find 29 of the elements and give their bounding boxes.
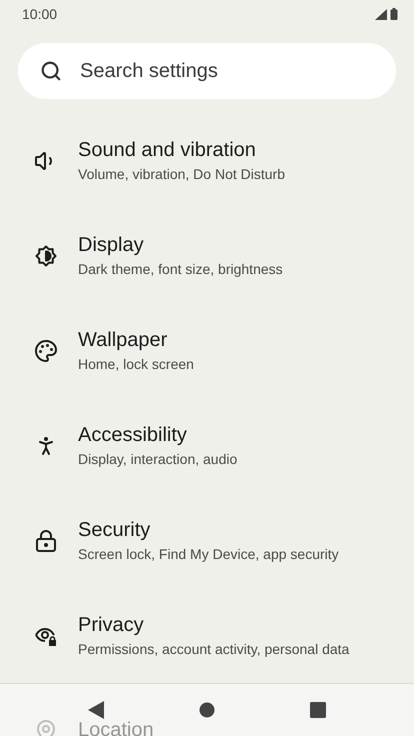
lock-icon: [34, 528, 58, 552]
item-title: Sound and vibration: [78, 139, 257, 162]
signal-icon: [375, 9, 387, 20]
item-title: Accessibility: [78, 424, 188, 447]
brightness-icon: [34, 244, 58, 268]
item-title: Display: [78, 234, 145, 257]
settings-item[interactable]: Accessibility Display, interaction, audio: [0, 398, 414, 493]
item-subtitle: Screen lock, Find My Device, app security: [78, 546, 339, 562]
settings-item[interactable]: Display Dark theme, font size, brightness: [0, 208, 414, 303]
item-subtitle: Home, lock screen: [78, 356, 194, 372]
search-field[interactable]: Search settings: [78, 58, 374, 84]
settings-item[interactable]: Wallpaper Home, lock screen: [0, 303, 414, 398]
item-subtitle: Dark theme, font size, brightness: [78, 261, 283, 277]
item-subtitle: Display, interaction, audio: [78, 451, 238, 467]
status-time: 10:00: [22, 6, 58, 22]
item-subtitle: Volume, vibration, Do Not Disturb: [78, 166, 285, 182]
settings-item[interactable]: Privacy Permissions, account activity, personal data: [0, 588, 414, 683]
item-subtitle: Permissions, account activity, personal data: [78, 641, 350, 657]
item-title: Privacy: [78, 614, 145, 637]
item-title: Location: [78, 719, 154, 736]
item-title: Security: [78, 519, 152, 542]
search-bar[interactable]: Search settings: [18, 43, 396, 99]
item-title: Wallpaper: [78, 329, 168, 352]
map-pin-icon: [34, 718, 58, 736]
settings-item[interactable]: Sound and vibration Volume, vibration, Do Not Disturb: [0, 113, 414, 208]
search-icon: [40, 60, 62, 82]
palette-icon: [34, 338, 58, 362]
battery-icon: [390, 8, 398, 20]
settings-item[interactable]: Security Screen lock, Find My Device, app security: [0, 493, 414, 588]
